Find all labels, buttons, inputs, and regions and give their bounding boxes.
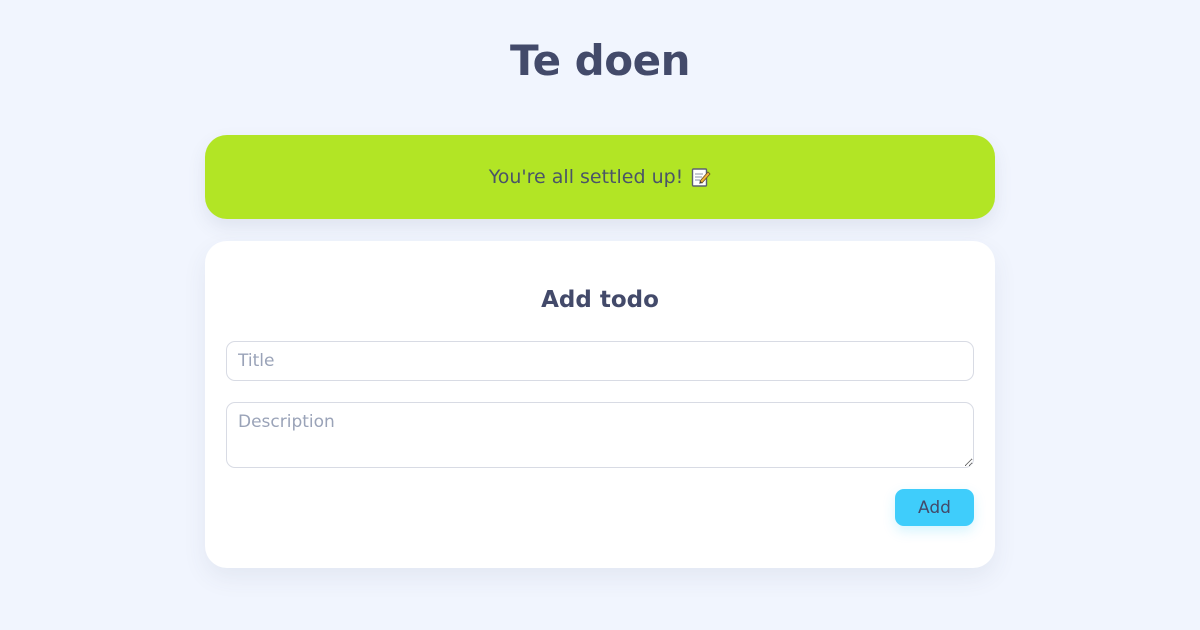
description-input[interactable] (226, 402, 974, 468)
title-input[interactable] (226, 341, 974, 381)
memo-icon (691, 167, 711, 188)
page-title: Te doen (510, 36, 690, 85)
add-todo-card: Add todo Add (205, 241, 995, 568)
add-button[interactable]: Add (895, 489, 974, 526)
status-message: You're all settled up! (488, 166, 684, 188)
status-banner: You're all settled up! (205, 135, 995, 219)
add-todo-heading: Add todo (541, 287, 659, 313)
